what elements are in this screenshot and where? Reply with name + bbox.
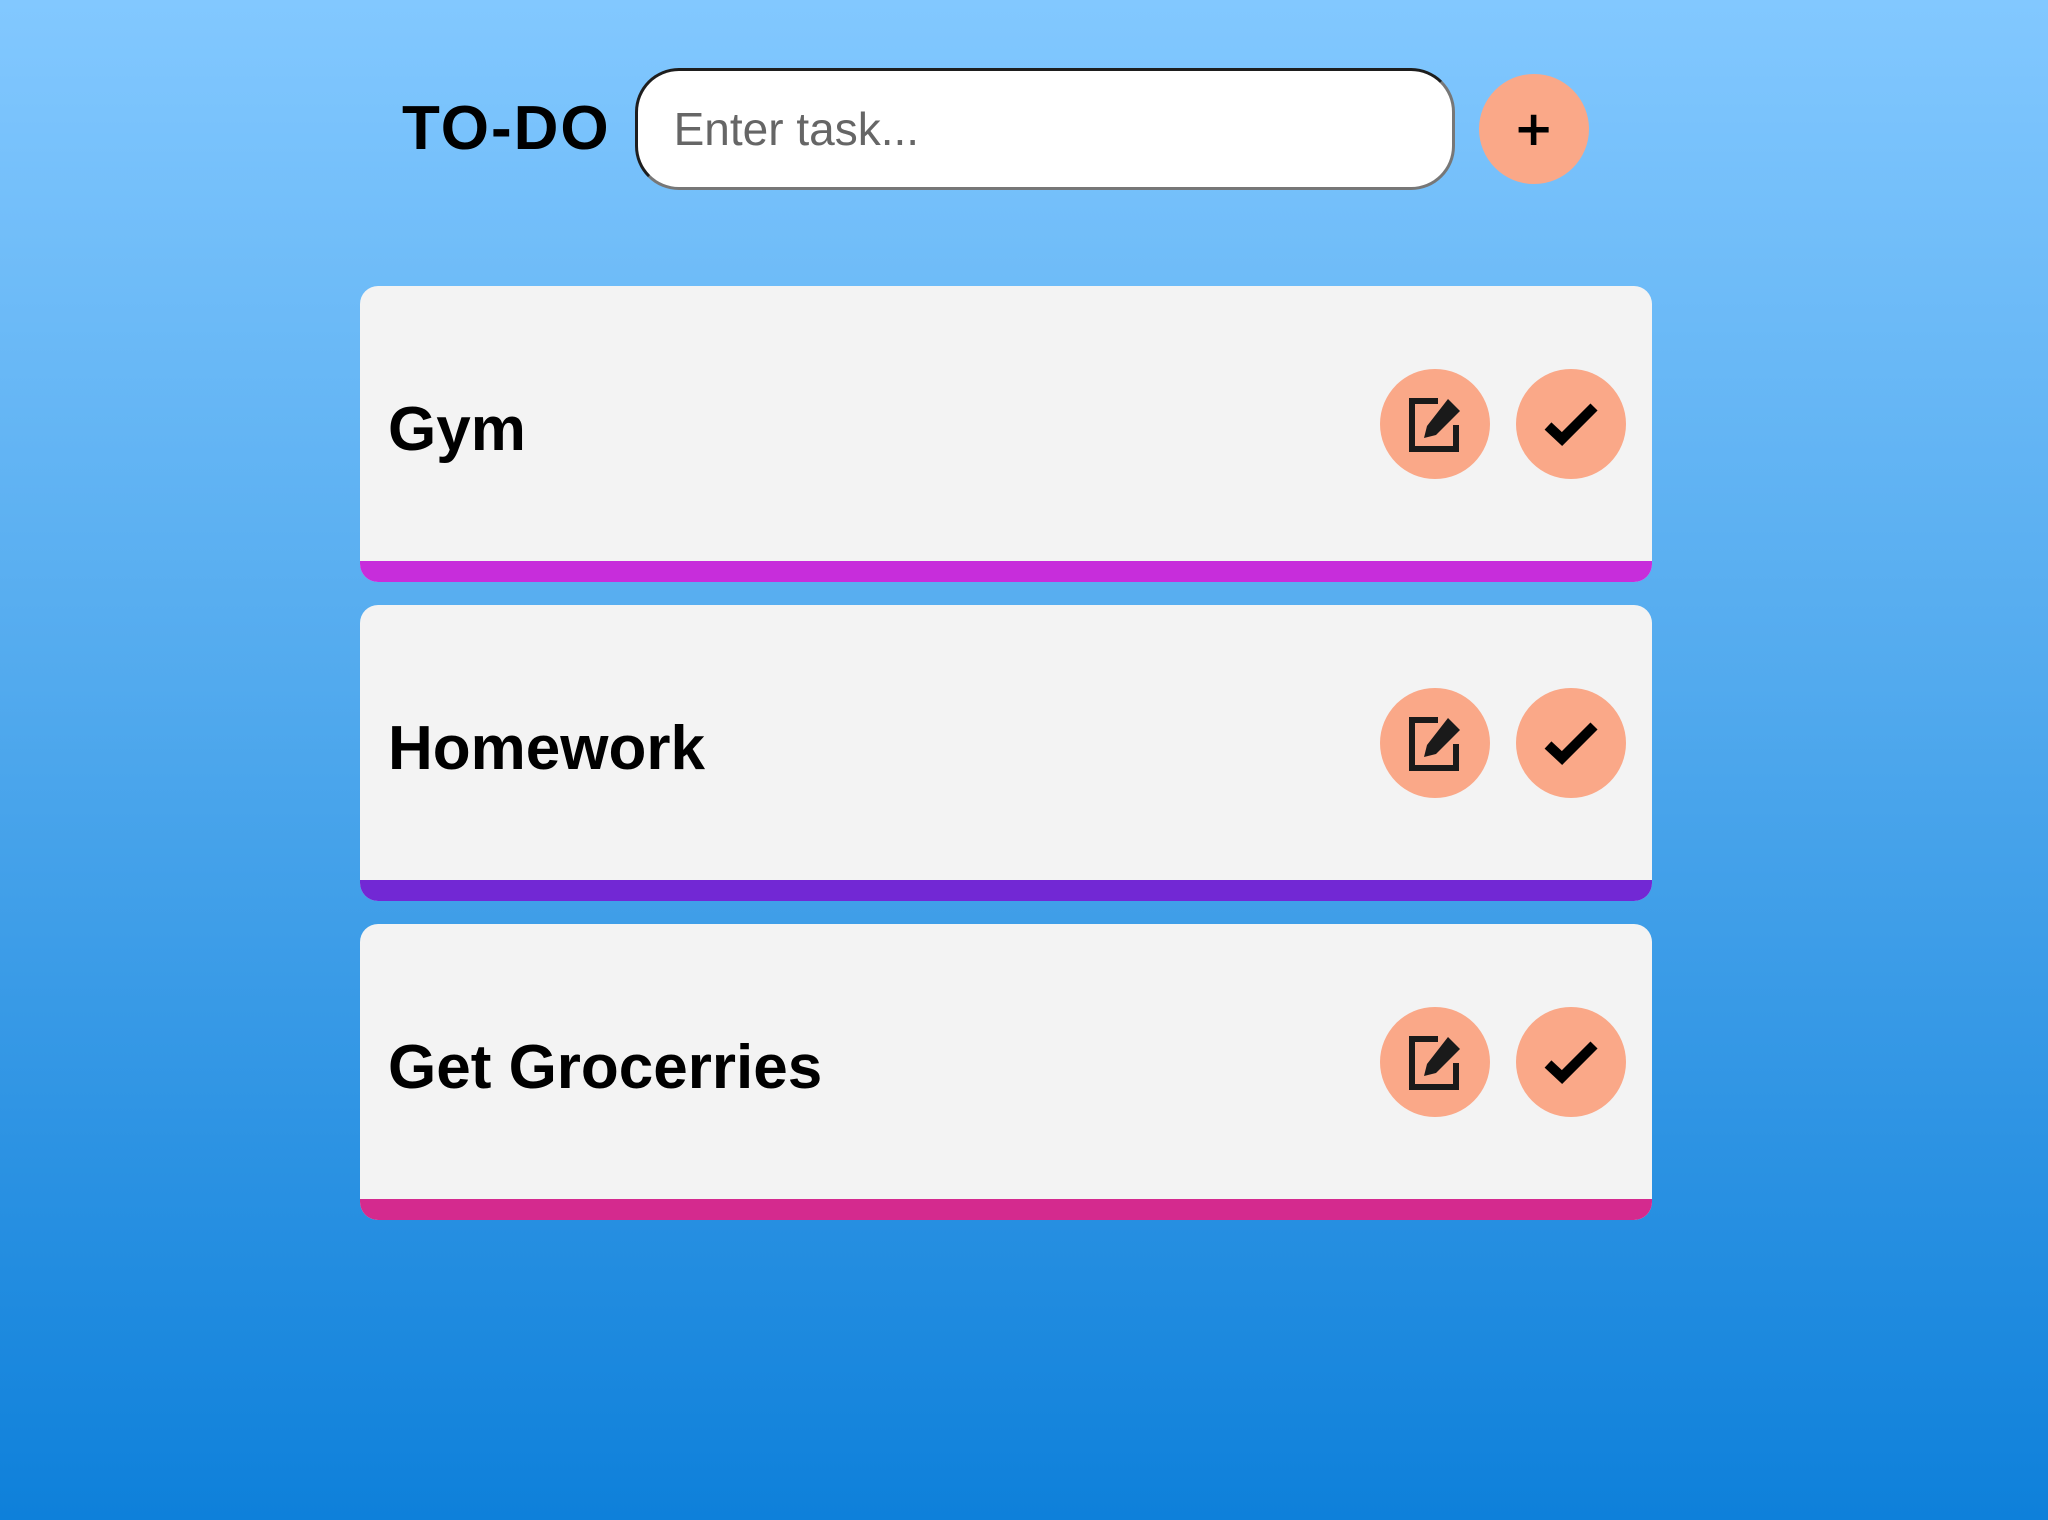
task-actions bbox=[1380, 1007, 1626, 1117]
header: TO-DO + bbox=[402, 68, 1589, 190]
task-actions bbox=[1380, 688, 1626, 798]
task-card: Get Grocerries bbox=[360, 924, 1652, 1220]
complete-task-button[interactable] bbox=[1516, 688, 1626, 798]
task-stripe bbox=[360, 880, 1652, 901]
task-card: Homework bbox=[360, 605, 1652, 901]
add-task-button[interactable]: + bbox=[1478, 74, 1589, 184]
edit-task-button[interactable] bbox=[1380, 369, 1490, 479]
edit-task-button[interactable] bbox=[1380, 1007, 1490, 1117]
task-label: Homework bbox=[388, 713, 705, 783]
edit-icon bbox=[1409, 398, 1460, 452]
task-label: Get Grocerries bbox=[388, 1032, 823, 1102]
task-input[interactable] bbox=[634, 68, 1455, 190]
task-label: Gym bbox=[388, 394, 526, 464]
task-card: Gym bbox=[360, 286, 1652, 582]
app-title: TO-DO bbox=[402, 94, 611, 163]
checkmark-icon bbox=[1544, 1041, 1598, 1084]
task-stripe bbox=[360, 561, 1652, 582]
edit-icon bbox=[1409, 717, 1460, 771]
checkmark-icon bbox=[1544, 403, 1598, 446]
edit-task-button[interactable] bbox=[1380, 688, 1490, 798]
task-list: Gym Homework Get Grocerries bbox=[360, 286, 1652, 1243]
complete-task-button[interactable] bbox=[1516, 1007, 1626, 1117]
checkmark-icon bbox=[1544, 722, 1598, 765]
task-stripe bbox=[360, 1199, 1652, 1220]
task-actions bbox=[1380, 369, 1626, 479]
edit-icon bbox=[1409, 1036, 1460, 1090]
complete-task-button[interactable] bbox=[1516, 369, 1626, 479]
